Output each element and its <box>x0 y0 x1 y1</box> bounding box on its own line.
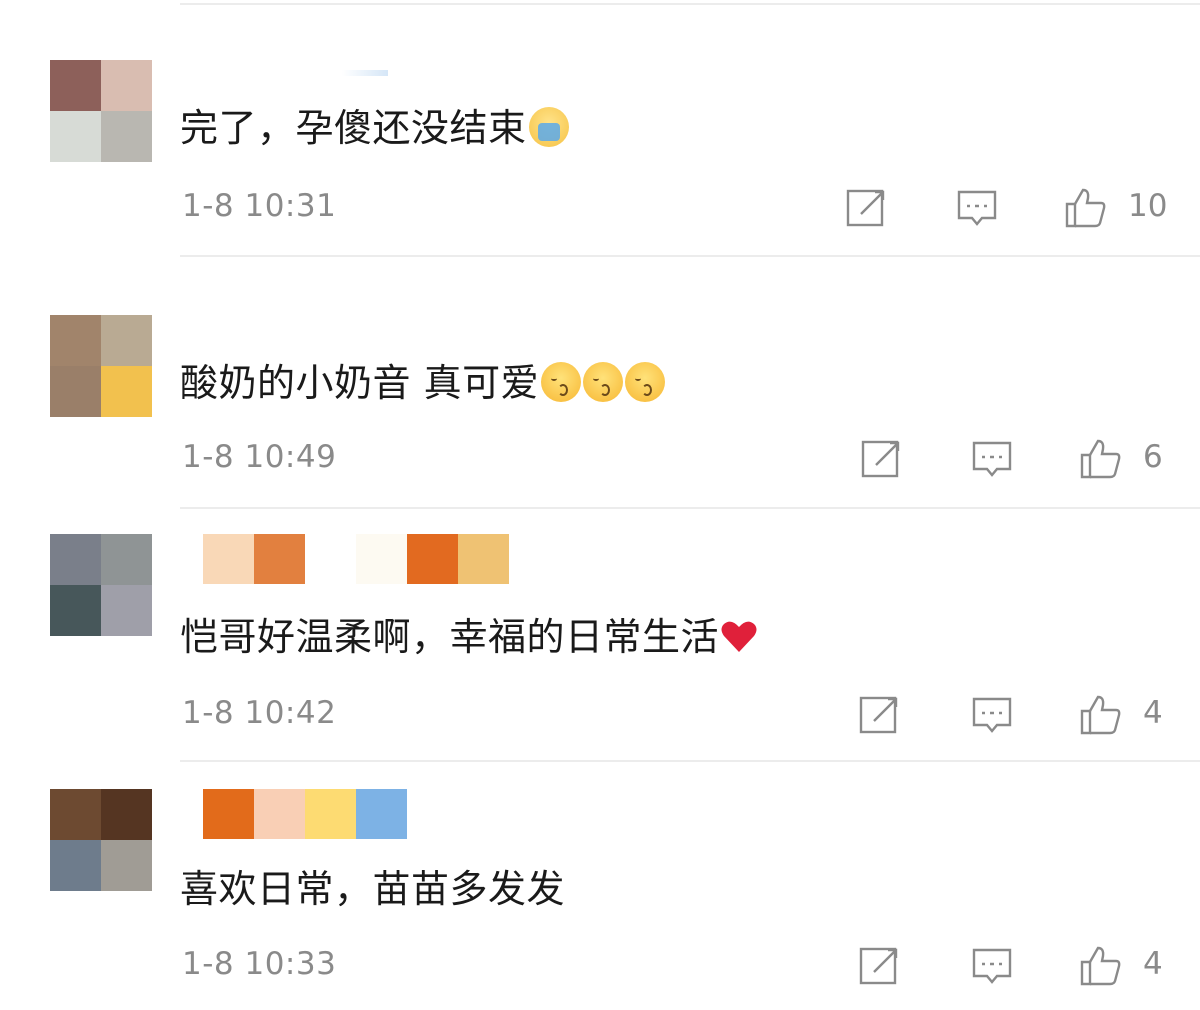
mosaic-tile <box>50 111 101 162</box>
kissing-face-icon <box>541 362 582 402</box>
comment-icon[interactable] <box>970 437 1014 481</box>
mosaic-tile <box>50 315 101 366</box>
mosaic-tile <box>101 366 152 417</box>
comment-icon[interactable] <box>970 693 1014 737</box>
comment-time: 1-8 10:49 <box>182 439 337 475</box>
mosaic-tile <box>101 840 152 891</box>
kissing-face-icon <box>583 362 624 402</box>
mosaic-tile <box>356 789 407 839</box>
mosaic-tile <box>101 315 152 366</box>
comment-text: 恺哥好温柔啊，幸福的日常生活 <box>180 613 759 661</box>
mosaic-tile <box>305 789 356 839</box>
mosaic-tile <box>305 534 356 584</box>
avatar[interactable] <box>50 60 152 162</box>
share-edit-icon[interactable] <box>858 944 902 988</box>
mosaic-tile <box>101 534 152 585</box>
mosaic-tile <box>101 111 152 162</box>
mosaic-tile <box>101 789 152 840</box>
like-count: 4 <box>1143 695 1163 731</box>
mosaic-tile <box>50 585 101 636</box>
share-edit-icon[interactable] <box>858 693 902 737</box>
share-edit-icon[interactable] <box>845 186 889 230</box>
thumbs-up-icon[interactable] <box>1078 693 1122 737</box>
red-heart-icon <box>721 621 757 652</box>
mosaic-tile <box>458 534 509 584</box>
comment-item: 完了，孕傻还没结束 1-8 10:31 10 <box>0 0 1200 250</box>
comment-time: 1-8 10:31 <box>182 188 337 224</box>
username[interactable] <box>203 789 407 839</box>
like-count: 4 <box>1143 946 1163 982</box>
comment-text: 酸奶的小奶音 真可爱 <box>180 359 666 407</box>
avatar[interactable] <box>50 534 152 636</box>
mosaic-tile <box>50 534 101 585</box>
comment-icon[interactable] <box>955 186 999 230</box>
comment-text: 完了，孕傻还没结束 <box>180 104 569 152</box>
like-count: 6 <box>1143 439 1163 475</box>
thumbs-up-icon[interactable] <box>1078 437 1122 481</box>
mosaic-tile <box>50 366 101 417</box>
mosaic-tile <box>407 534 458 584</box>
username[interactable] <box>203 534 509 584</box>
share-edit-icon[interactable] <box>860 437 904 481</box>
comment-icon[interactable] <box>970 944 1014 988</box>
avatar[interactable] <box>50 315 152 417</box>
mosaic-tile <box>254 789 305 839</box>
kissing-face-icon <box>625 362 666 402</box>
mosaic-tile <box>50 840 101 891</box>
comment-text: 喜欢日常，苗苗多发发 <box>180 867 566 911</box>
mosaic-tile <box>356 534 407 584</box>
username-fragment <box>342 70 388 76</box>
avatar[interactable] <box>50 789 152 891</box>
mosaic-tile <box>203 534 254 584</box>
loudly-crying-face-icon <box>528 107 569 147</box>
mosaic-tile <box>203 789 254 839</box>
mosaic-tile <box>101 585 152 636</box>
mosaic-tile <box>101 60 152 111</box>
comment-item: 酸奶的小奶音 真可爱 1-8 10:49 6 <box>0 255 1200 505</box>
comment-item: 喜欢日常，苗苗多发发 1-8 10:33 4 <box>0 760 1200 1010</box>
thumbs-up-icon[interactable] <box>1063 186 1107 230</box>
like-count: 10 <box>1128 188 1168 224</box>
comment-time: 1-8 10:42 <box>182 695 337 731</box>
comment-item: 恺哥好温柔啊，幸福的日常生活 1-8 10:42 4 <box>0 507 1200 757</box>
comment-time: 1-8 10:33 <box>182 946 337 982</box>
mosaic-tile <box>50 60 101 111</box>
mosaic-tile <box>50 789 101 840</box>
mosaic-tile <box>254 534 305 584</box>
thumbs-up-icon[interactable] <box>1078 944 1122 988</box>
